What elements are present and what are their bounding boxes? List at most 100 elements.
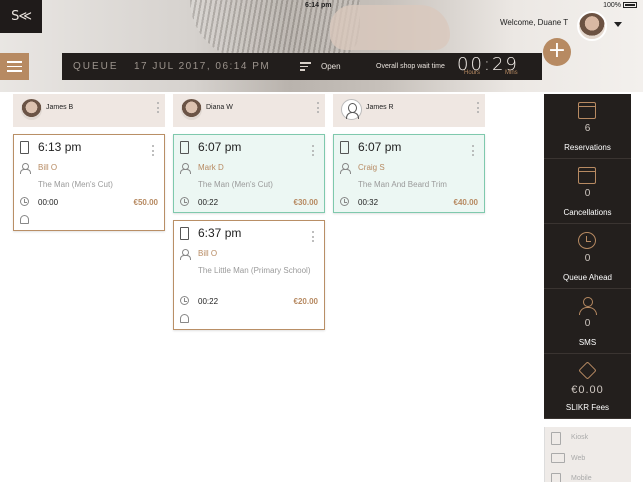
card-time: 6:13 pm (38, 140, 82, 154)
checkbox[interactable] (180, 141, 189, 154)
checkbox[interactable] (20, 141, 29, 154)
wait-time-label: Overall shop wait time (376, 63, 445, 70)
stat-label: Cancellations (563, 208, 612, 217)
calendar-icon (578, 167, 596, 184)
card-time: 6:07 pm (358, 140, 402, 154)
tablet-icon (551, 432, 561, 445)
battery-icon (623, 2, 637, 9)
welcome-text: Welcome, Duane T (500, 18, 569, 27)
checkbox[interactable] (180, 227, 189, 240)
clock-icon (180, 197, 189, 206)
price: €40.00 (453, 198, 478, 207)
queue-card[interactable]: 6:07 pm Mark D The Man (Men's Cut) 00:22… (173, 134, 325, 213)
person-icon (340, 163, 351, 174)
stat-value: 0 (584, 253, 591, 264)
service-name: The Man (Men's Cut) (38, 180, 113, 189)
client-name[interactable]: Bill O (38, 163, 57, 172)
status-time: 6:14 pm (305, 2, 332, 9)
channel-label: Web (571, 455, 586, 462)
person-icon (180, 163, 191, 174)
tag-icon (578, 361, 597, 380)
mins-unit-label: Mins (505, 70, 518, 76)
stat-queue-ahead[interactable]: 0 Queue Ahead (544, 224, 631, 289)
duration: 00:22 (198, 198, 219, 207)
barber-header[interactable]: Diana W (173, 94, 325, 127)
add-button[interactable]: + (543, 38, 571, 66)
stat-label: Reservations (564, 143, 611, 152)
more-options-icon[interactable] (311, 231, 314, 242)
monitor-icon (551, 453, 565, 463)
sort-lines-icon[interactable] (300, 62, 311, 72)
person-icon (180, 249, 191, 260)
bell-icon[interactable] (180, 314, 189, 323)
queue-label: QUEUE (73, 61, 119, 72)
more-options-icon[interactable] (156, 102, 159, 113)
clock-icon (180, 296, 189, 305)
chevron-down-icon[interactable] (614, 22, 622, 27)
stat-value: 0 (584, 318, 591, 329)
calendar-icon (578, 102, 596, 119)
stat-reservations[interactable]: 6 Reservations (544, 94, 631, 159)
more-options-icon[interactable] (311, 145, 314, 156)
barber-column-james-b: James B 6:13 pm Bill O The Man (Men's Cu… (13, 94, 165, 231)
app-screen: iPad 6:14 pm 100% S≪ Welcome, Duane T QU… (0, 0, 643, 482)
client-name[interactable]: Mark D (198, 163, 224, 172)
barber-header[interactable]: James B (13, 94, 165, 127)
hours-unit-label: Hours (464, 70, 481, 76)
app-logo[interactable]: S≪ (0, 0, 42, 33)
battery-percent: 100% (603, 2, 621, 9)
clock-icon (578, 232, 596, 249)
stat-cancellations[interactable]: 0 Cancellations (544, 159, 631, 224)
barber-header[interactable]: James R (333, 94, 485, 127)
status-battery: 100% (603, 2, 637, 9)
duration: 00:00 (38, 198, 59, 207)
more-options-icon[interactable] (151, 145, 154, 156)
duration: 00:22 (198, 297, 219, 306)
client-name[interactable]: Bill O (198, 249, 217, 258)
channel-kiosk: Kiosk (551, 432, 631, 446)
stat-slikr-fees[interactable]: €0.00 SLIKR Fees (544, 354, 631, 419)
queue-card[interactable]: 6:13 pm Bill O The Man (Men's Cut) 00:00… (13, 134, 165, 231)
queue-card[interactable]: 6:37 pm Bill O The Little Man (Primary S… (173, 220, 325, 330)
queue-card[interactable]: 6:07 pm Craig S The Man And Beard Trim 0… (333, 134, 485, 213)
barber-column-diana-w: Diana W 6:07 pm Mark D The Man (Men's Cu… (173, 94, 325, 330)
more-options-icon[interactable] (471, 145, 474, 156)
service-name: The Man And Beard Trim (358, 180, 447, 189)
channel-legend: Kiosk Web Mobile (544, 427, 631, 482)
barber-column-james-r: James R 6:07 pm Craig S The Man And Bear… (333, 94, 485, 213)
menu-button[interactable] (0, 53, 29, 80)
more-options-icon[interactable] (316, 102, 319, 113)
barber-name: Diana W (206, 104, 233, 111)
bell-icon[interactable] (20, 215, 29, 224)
clock-icon (340, 197, 349, 206)
card-time: 6:07 pm (198, 140, 242, 154)
default-avatar-icon (341, 99, 362, 120)
stat-label: Queue Ahead (563, 273, 612, 282)
clock-icon (20, 197, 29, 206)
phone-icon (551, 473, 561, 482)
client-name[interactable]: Craig S (358, 163, 385, 172)
open-status-toggle[interactable]: Open (321, 62, 341, 71)
checkbox[interactable] (340, 141, 349, 154)
person-icon (20, 163, 31, 174)
user-icon (578, 297, 597, 315)
more-options-icon[interactable] (476, 102, 479, 113)
stat-value: 6 (584, 123, 591, 134)
channel-label: Kiosk (571, 434, 589, 441)
channel-label: Mobile (571, 475, 592, 482)
queue-date: 17 JUL 2017, 06:14 PM (134, 61, 271, 72)
card-time: 6:37 pm (198, 226, 242, 240)
user-avatar[interactable] (577, 11, 607, 41)
stat-value: €0.00 (571, 384, 604, 396)
barber-avatar (21, 99, 42, 120)
stat-label: SLIKR Fees (565, 403, 610, 412)
stat-value: 0 (584, 188, 591, 199)
duration: 00:32 (358, 198, 379, 207)
stat-sms[interactable]: 0 SMS (544, 289, 631, 354)
stats-panel: 6 Reservations 0 Cancellations 0 Queue A… (544, 94, 631, 419)
queue-bar: QUEUE 17 JUL 2017, 06:14 PM Open Overall… (62, 53, 542, 80)
price: €50.00 (133, 198, 158, 207)
service-name: The Man (Men's Cut) (198, 180, 273, 189)
barber-name: James B (46, 104, 74, 111)
status-bar: iPad 6:14 pm 100% (0, 0, 643, 12)
